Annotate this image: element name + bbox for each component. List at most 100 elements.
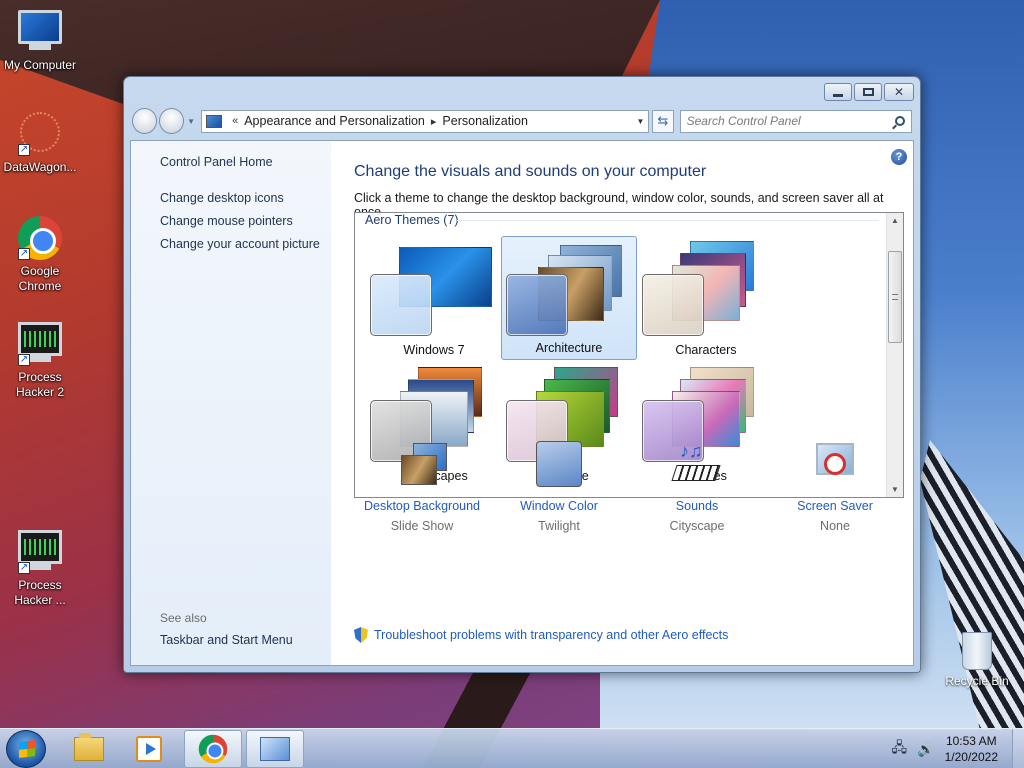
back-button[interactable] [132,108,158,134]
setting-name[interactable]: Window Color [489,499,629,513]
desktop-icon-label: DataWagon... [3,160,77,174]
folder-icon [74,733,104,761]
window-color-setting[interactable]: Window Color Twilight [489,441,629,533]
breadcrumb-appearance[interactable]: Appearance and Personalization [244,114,425,128]
desktop-background-icon [397,441,447,491]
sounds-icon: ♪♫ [671,441,722,491]
forward-button[interactable] [159,108,185,134]
control-panel-home-link[interactable]: Control Panel Home [160,155,273,169]
taskbar-start-menu-link[interactable]: Taskbar and Start Menu [160,633,293,647]
taskbar-explorer-button[interactable] [60,730,118,768]
taskbar: 🖧 🔊 10:53 AM 1/20/2022 [0,728,1024,768]
window-content: Control Panel Home Change desktop icons … [130,140,914,666]
clock[interactable]: 10:53 AM 1/20/2022 [945,733,998,765]
taskbar-media-player-button[interactable] [120,730,178,768]
desktop-background-setting[interactable]: Desktop Background Slide Show [352,441,492,533]
setting-name[interactable]: Desktop Background [352,499,492,513]
windows-logo-icon [19,740,35,758]
screen-saver-setting[interactable]: Screen Saver None [765,441,905,533]
desktop-icon-process-hacker-2[interactable]: ↗ Process Hacker 2 [0,322,80,400]
desktop-icon-label: My Computer [3,58,77,72]
volume-icon[interactable]: 🔊 [917,741,934,758]
troubleshoot-link-text[interactable]: Troubleshoot problems with transparency … [374,628,728,642]
chrome-icon [198,734,228,764]
shortcut-arrow-icon: ↗ [18,144,30,156]
close-icon: ✕ [893,85,905,99]
troubleshoot-link[interactable]: Troubleshoot problems with transparency … [354,627,728,643]
maximize-button[interactable] [854,83,882,101]
minimize-icon [833,93,843,97]
desktop-icon-process-hacker[interactable]: ↗ Process Hacker ... [0,530,80,608]
clock-time: 10:53 AM [945,734,997,748]
desktop-icon-google-chrome[interactable]: ↗ Google Chrome [0,216,80,294]
navigation-bar: ▼ « Appearance and Personalization ▸ Per… [132,107,912,135]
setting-name[interactable]: Screen Saver [765,499,905,513]
clock-date: 1/20/2022 [944,750,998,764]
scroll-thumb[interactable] [888,251,902,343]
shortcut-arrow-icon: ↗ [18,354,30,366]
theme-label: Windows 7 [403,343,465,357]
change-mouse-pointers-link[interactable]: Change mouse pointers [160,214,293,228]
setting-value: Slide Show [390,519,454,533]
recycle-bin-icon [962,632,992,670]
theme-label: Architecture [535,341,603,355]
search-input[interactable]: Search Control Panel [687,114,801,128]
datawagon-icon: ↗ [18,112,62,156]
desktop-icon-label: Google Chrome [18,264,62,293]
group-divider [457,220,879,221]
close-button[interactable]: ✕ [884,83,914,101]
personalization-window: ✕ ▼ « Appearance and Personalization ▸ P… [123,76,921,673]
search-icon[interactable] [894,116,905,126]
breadcrumb-overflow[interactable]: « [232,115,238,127]
desktop-icon-recycle-bin[interactable]: Recycle Bin [942,632,1012,688]
refresh-button[interactable]: ⇆ [652,109,674,133]
window-color-icon [534,441,584,491]
desktop-icon-label: Process Hacker ... [14,578,66,607]
recent-pages-dropdown[interactable]: ▼ [187,117,195,126]
process-hacker-icon: ↗ [18,322,62,366]
setting-value: Twilight [538,519,580,533]
minimize-button[interactable] [824,83,852,101]
desktop-icon-datawagon[interactable]: ↗ DataWagon... [0,112,80,175]
scroll-up-icon[interactable]: ▲ [891,216,899,225]
desktop-icon-label: Process Hacker 2 [15,370,65,399]
setting-value: None [820,519,850,533]
network-icon[interactable]: 🖧 [892,737,908,761]
chrome-icon: ↗ [18,216,62,260]
system-tray: 🖧 🔊 10:53 AM 1/20/2022 [892,729,1024,768]
window-controls: ✕ [824,83,914,101]
window-color-swatch [642,274,704,336]
media-player-icon [136,736,162,762]
see-also-heading: See also [160,611,207,625]
search-box[interactable]: Search Control Panel [679,109,912,133]
task-pane: Control Panel Home Change desktop icons … [131,141,331,665]
setting-name[interactable]: Sounds [627,499,767,513]
theme-characters[interactable]: Characters [638,237,774,361]
maximize-icon [862,88,874,96]
change-desktop-icons-link[interactable]: Change desktop icons [160,191,284,205]
page-title: Change the visuals and sounds on your co… [354,163,707,180]
sounds-setting[interactable]: ♪♫ Sounds Cityscape [627,441,767,533]
show-desktop-button[interactable] [1012,729,1024,768]
window-color-swatch [370,274,432,336]
address-bar[interactable]: « Appearance and Personalization ▸ Perso… [201,109,650,133]
change-account-picture-link[interactable]: Change your account picture [160,237,320,251]
aero-themes-group-header[interactable]: Aero Themes (7) [365,213,459,227]
theme-label: Characters [675,343,737,357]
help-icon[interactable]: ? [891,149,907,165]
address-dropdown-icon[interactable]: ▼ [636,117,644,126]
desktop-icon-label: Recycle Bin [945,674,1009,688]
breadcrumb-separator[interactable]: ▸ [431,115,437,128]
theme-windows-7[interactable]: Windows 7 [366,237,502,361]
main-pane: ? Change the visuals and sounds on your … [331,141,913,665]
computer-icon [18,10,62,54]
taskbar-chrome-button[interactable] [184,730,242,768]
shield-icon [354,627,368,643]
desktop-icon-my-computer[interactable]: My Computer [0,10,80,73]
window-color-swatch [506,274,568,336]
start-button[interactable] [6,730,46,768]
theme-architecture[interactable]: Architecture [501,236,637,360]
shortcut-arrow-icon: ↗ [18,562,30,574]
taskbar-control-panel-button[interactable] [246,730,304,768]
breadcrumb-personalization[interactable]: Personalization [442,114,527,128]
